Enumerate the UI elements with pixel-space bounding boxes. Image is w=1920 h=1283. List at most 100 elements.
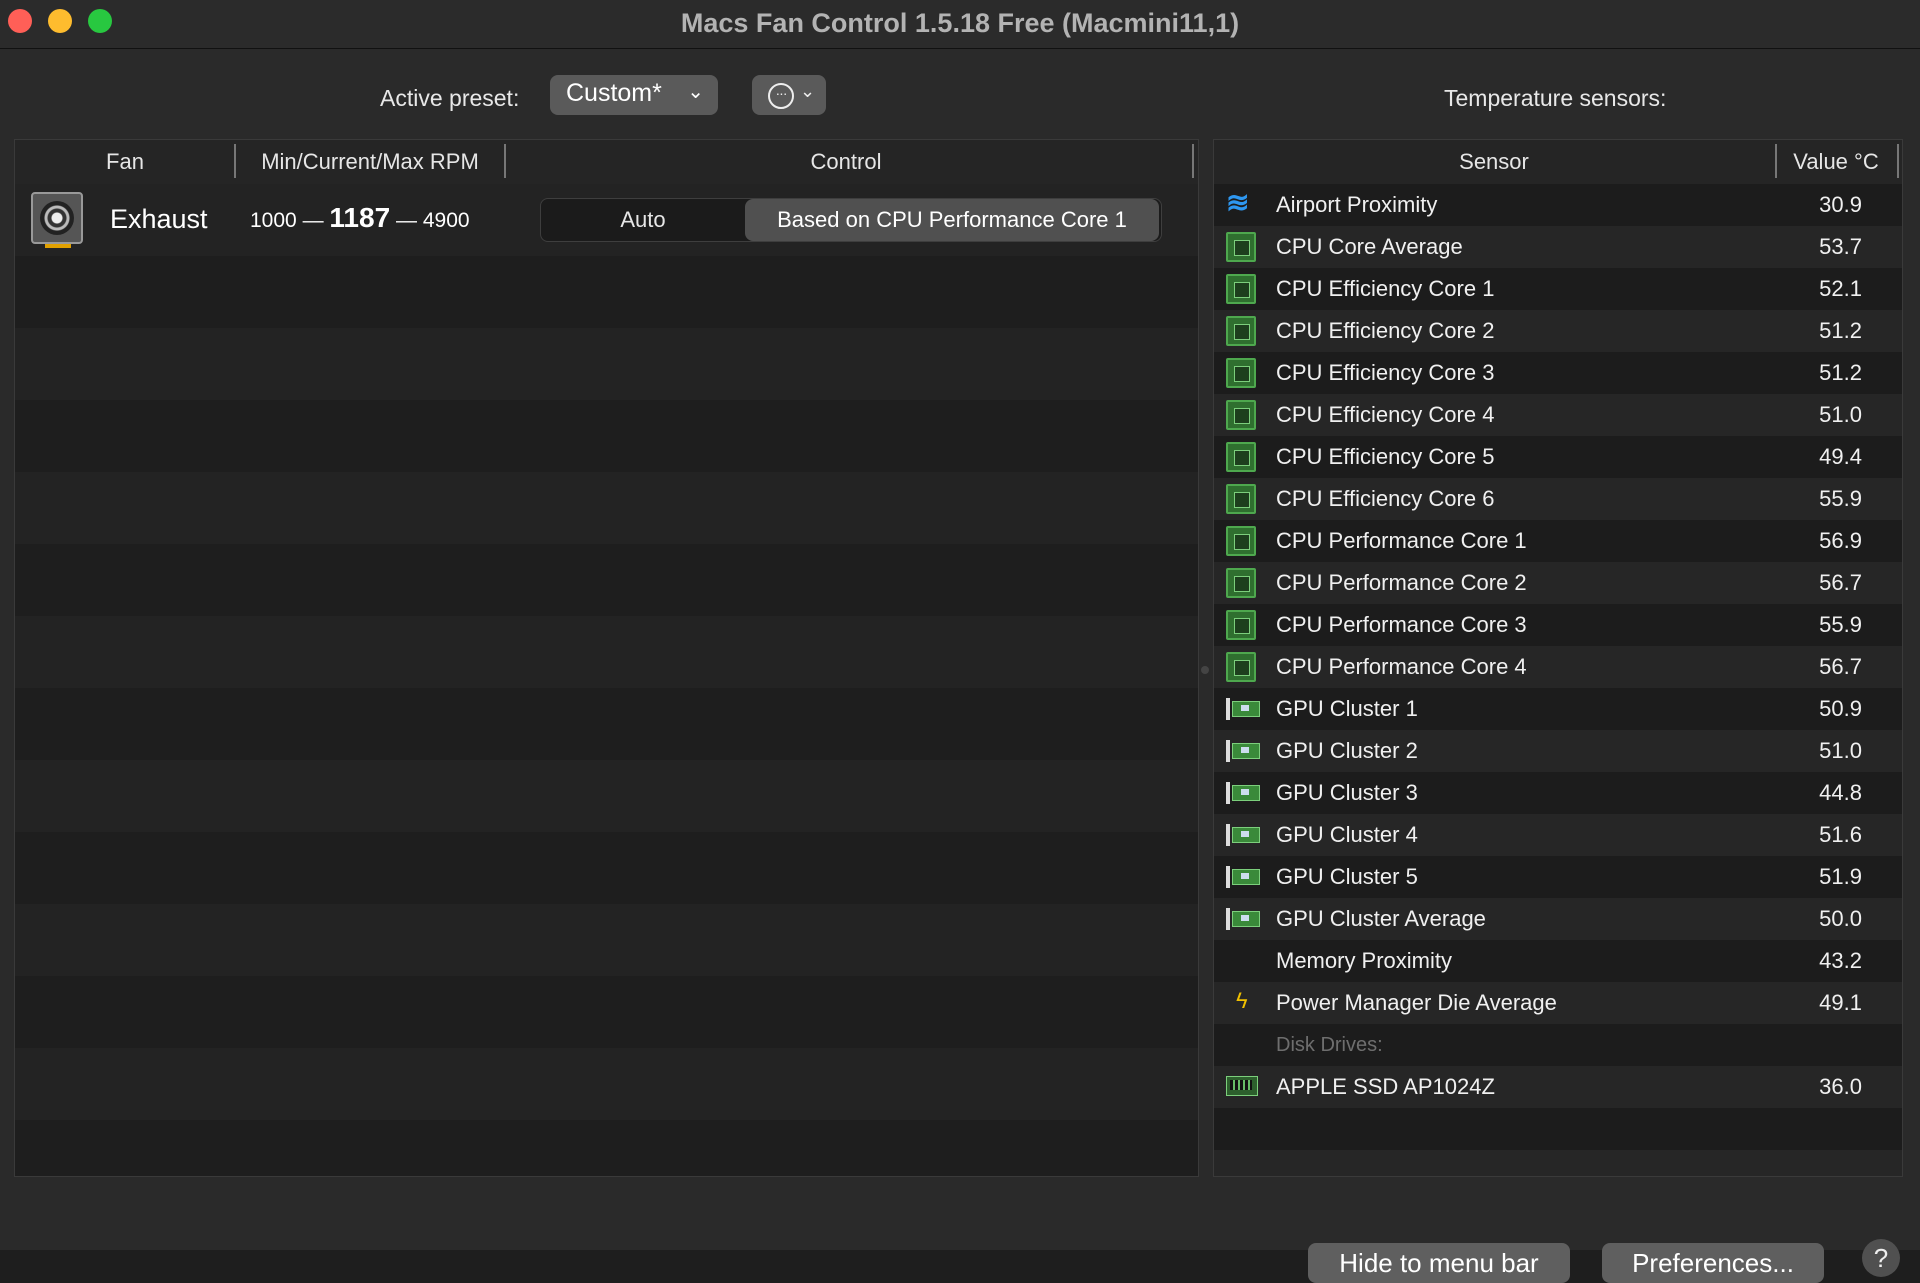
chevron-down-icon: ⌄ <box>687 81 704 103</box>
sensor-value: 52.1 <box>1819 276 1862 301</box>
sensor-name: CPU Efficiency Core 2 <box>1276 318 1495 343</box>
preferences-button[interactable]: Preferences... <box>1602 1243 1824 1283</box>
column-header-fan[interactable]: Fan <box>15 149 235 175</box>
rpm-current: 1187 <box>329 202 391 233</box>
column-header-control[interactable]: Control <box>506 149 1186 175</box>
empty-row <box>15 472 1198 544</box>
fan-control-segmented: Auto Based on CPU Performance Core 1 <box>540 198 1162 242</box>
empty-row <box>15 328 1198 400</box>
empty-row <box>15 760 1198 832</box>
empty-row <box>15 400 1198 472</box>
sensor-value: 56.7 <box>1819 654 1862 679</box>
sensor-name: GPU Cluster 4 <box>1276 822 1418 847</box>
sensor-name: APPLE SSD AP1024Z <box>1276 1074 1495 1099</box>
table-row[interactable]: GPU Cluster 4 51.6 <box>1214 814 1902 856</box>
empty-row <box>15 544 1198 616</box>
sensor-value: 50.9 <box>1819 696 1862 721</box>
table-row[interactable]: CPU Core Average 53.7 <box>1214 226 1902 268</box>
table-row[interactable]: GPU Cluster 2 51.0 <box>1214 730 1902 772</box>
sensor-name: CPU Performance Core 4 <box>1276 654 1527 679</box>
rpm-separator: — <box>302 209 324 232</box>
gpu-card-icon <box>1226 782 1260 804</box>
cpu-chip-icon <box>1226 568 1256 598</box>
table-row[interactable]: CPU Efficiency Core 4 51.0 <box>1214 394 1902 436</box>
sensor-name: CPU Efficiency Core 3 <box>1276 360 1495 385</box>
sensor-table-header: Sensor Value °C <box>1214 140 1902 185</box>
empty-row <box>15 976 1198 1048</box>
cpu-chip-icon <box>1226 232 1256 262</box>
sensor-name: GPU Cluster 2 <box>1276 738 1418 763</box>
table-row[interactable]: APPLE SSD AP1024Z 36.0 <box>1214 1066 1902 1108</box>
ssd-icon <box>1226 1076 1258 1096</box>
table-row[interactable]: CPU Efficiency Core 5 49.4 <box>1214 436 1902 478</box>
preset-options-button[interactable]: ··· ⌄ <box>752 75 826 115</box>
table-row[interactable]: GPU Cluster 1 50.9 <box>1214 688 1902 730</box>
empty-row <box>15 1120 1198 1176</box>
group-label: Disk Drives: <box>1276 1034 1383 1056</box>
hide-to-menu-bar-button[interactable]: Hide to menu bar <box>1308 1243 1570 1283</box>
sensor-value: 51.0 <box>1819 738 1862 763</box>
cpu-chip-icon <box>1226 610 1256 640</box>
power-bolt-icon: ϟ <box>1236 988 1248 1013</box>
cpu-chip-icon <box>1226 358 1256 388</box>
wifi-icon: ≋ <box>1226 187 1250 218</box>
cpu-chip-icon <box>1226 526 1256 556</box>
sensor-value: 55.9 <box>1819 612 1862 637</box>
table-row[interactable]: CPU Efficiency Core 3 51.2 <box>1214 352 1902 394</box>
sensor-value: 51.9 <box>1819 864 1862 889</box>
sensor-value: 56.7 <box>1819 570 1862 595</box>
table-row[interactable]: CPU Performance Core 4 56.7 <box>1214 646 1902 688</box>
empty-row <box>15 616 1198 688</box>
sensor-value: 49.1 <box>1819 990 1862 1015</box>
table-row[interactable]: CPU Performance Core 2 56.7 <box>1214 562 1902 604</box>
sensor-value: 51.2 <box>1819 318 1862 343</box>
sensor-value: 30.9 <box>1819 192 1862 217</box>
cpu-chip-icon <box>1226 652 1256 682</box>
empty-row <box>1214 1108 1902 1150</box>
cpu-chip-icon <box>1226 316 1256 346</box>
control-custom-button[interactable]: Based on CPU Performance Core 1 <box>745 199 1159 241</box>
preset-dropdown[interactable]: Custom* ⌄ <box>550 75 718 115</box>
group-header-row: Disk Drives: <box>1214 1024 1902 1066</box>
table-row[interactable]: GPU Cluster Average 50.0 <box>1214 898 1902 940</box>
table-row[interactable]: Memory Proximity 43.2 <box>1214 940 1902 982</box>
sensor-name: GPU Cluster 5 <box>1276 864 1418 889</box>
sensor-value: 55.9 <box>1819 486 1862 511</box>
table-row[interactable]: ≋ Airport Proximity 30.9 <box>1214 184 1902 226</box>
table-row[interactable]: CPU Performance Core 3 55.9 <box>1214 604 1902 646</box>
table-row[interactable]: CPU Efficiency Core 6 55.9 <box>1214 478 1902 520</box>
ellipsis-circle-icon: ··· <box>768 83 794 109</box>
split-view-divider[interactable] <box>1201 666 1209 674</box>
table-row[interactable]: CPU Performance Core 1 56.9 <box>1214 520 1902 562</box>
table-row[interactable]: ϟ Power Manager Die Average 49.1 <box>1214 982 1902 1024</box>
active-preset-label: Active preset: <box>380 85 520 111</box>
cpu-chip-icon <box>1226 484 1256 514</box>
sensor-value: 49.4 <box>1819 444 1862 469</box>
sensor-name: CPU Core Average <box>1276 234 1463 259</box>
sensor-name: Airport Proximity <box>1276 192 1438 217</box>
temperature-sensors-label: Temperature sensors: <box>1444 85 1667 111</box>
table-row[interactable]: CPU Efficiency Core 1 52.1 <box>1214 268 1902 310</box>
fan-table-header: Fan Min/Current/Max RPM Control <box>15 140 1198 185</box>
main-window: Active preset: Custom* ⌄ ··· ⌄ Temperatu… <box>0 49 1920 1283</box>
table-row[interactable]: CPU Efficiency Core 2 51.2 <box>1214 310 1902 352</box>
sensor-name: CPU Performance Core 1 <box>1276 528 1527 553</box>
table-row[interactable]: Exhaust 1000 — 1187 — 4900 Auto Based on… <box>15 184 1198 256</box>
sensor-name: Power Manager Die Average <box>1276 990 1557 1015</box>
sensor-name: CPU Efficiency Core 1 <box>1276 276 1495 301</box>
fan-icon <box>31 192 83 248</box>
table-row[interactable]: GPU Cluster 3 44.8 <box>1214 772 1902 814</box>
sensor-name: CPU Efficiency Core 6 <box>1276 486 1495 511</box>
column-divider <box>1192 144 1194 178</box>
column-header-sensor[interactable]: Sensor <box>1214 149 1774 175</box>
column-header-rpm[interactable]: Min/Current/Max RPM <box>236 149 504 175</box>
help-button[interactable]: ? <box>1862 1239 1900 1277</box>
gpu-card-icon <box>1226 824 1260 846</box>
gpu-card-icon <box>1226 866 1260 888</box>
preset-value: Custom* <box>566 79 662 107</box>
fan-rpm: 1000 — 1187 — 4900 <box>250 202 470 234</box>
column-header-value[interactable]: Value °C <box>1777 149 1895 175</box>
table-row[interactable]: GPU Cluster 5 51.9 <box>1214 856 1902 898</box>
cpu-chip-icon <box>1226 400 1256 430</box>
control-auto-button[interactable]: Auto <box>541 199 745 241</box>
